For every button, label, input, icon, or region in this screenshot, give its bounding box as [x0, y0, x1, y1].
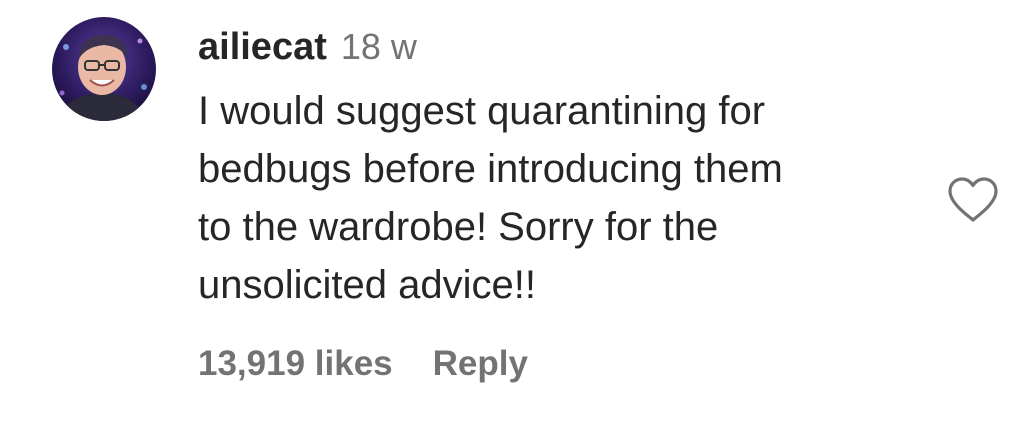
timestamp[interactable]: 18 w [341, 26, 417, 68]
comment-text-line: to the wardrobe! Sorry for the [198, 205, 719, 249]
comment-actions: 13,919 likes Reply [198, 344, 528, 384]
avatar[interactable] [52, 17, 156, 121]
comment-text-line: unsolicited advice!! [198, 263, 536, 307]
username[interactable]: ailiecat [198, 26, 327, 69]
comment-text: I would suggest quarantining for bedbugs… [198, 82, 918, 314]
reply-button[interactable]: Reply [433, 344, 528, 384]
comment-header: ailiecat 18 w [198, 26, 417, 78]
comment-text-line: I would suggest quarantining for [198, 89, 766, 133]
likes-count-link[interactable]: 13,919 likes [198, 344, 393, 384]
comment-text-line: bedbugs before introducing them [198, 147, 783, 191]
comment: ailiecat 18 w I would suggest quarantini… [0, 0, 1024, 422]
heart-outline-icon[interactable] [946, 176, 1000, 224]
avatar-image [52, 17, 156, 121]
